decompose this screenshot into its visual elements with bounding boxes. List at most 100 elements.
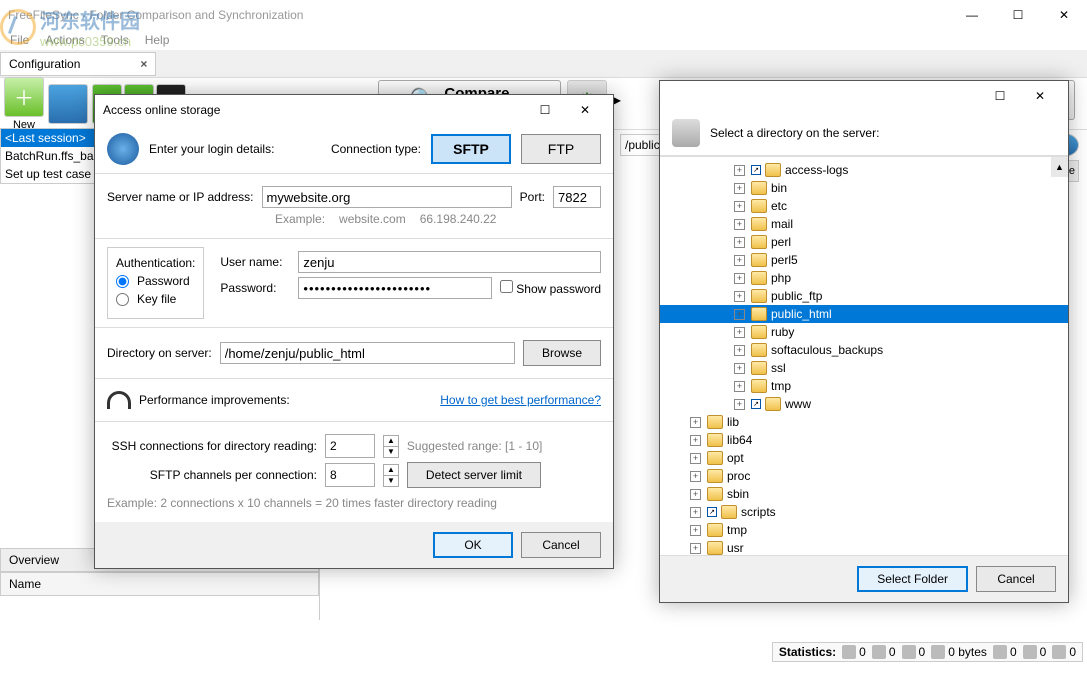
expand-icon[interactable]: + [734, 399, 745, 410]
expand-icon[interactable]: + [690, 543, 701, 554]
menu-file[interactable]: File [4, 31, 35, 49]
tree-item[interactable]: +sbin [660, 485, 1068, 503]
server-input[interactable] [262, 186, 512, 208]
expand-icon[interactable]: + [734, 165, 745, 176]
tree-item[interactable]: +↗www [660, 395, 1068, 413]
tree-item[interactable]: +usr [660, 539, 1068, 556]
tree-item[interactable]: +mail [660, 215, 1068, 233]
new-button[interactable]: ＋ [4, 77, 44, 117]
expand-icon[interactable]: + [734, 381, 745, 392]
speedometer-icon [107, 391, 131, 409]
tree-item[interactable]: +↗scripts [660, 503, 1068, 521]
ok-button[interactable]: OK [433, 532, 513, 558]
expand-icon[interactable]: + [734, 201, 745, 212]
username-input[interactable] [298, 251, 601, 273]
tree-item[interactable]: + ssl [660, 359, 1068, 377]
tree-item[interactable]: +tmp [660, 377, 1068, 395]
open-button[interactable] [48, 84, 88, 124]
expand-icon[interactable]: + [690, 489, 701, 500]
spinner-up-icon[interactable]: ▲ [384, 436, 398, 446]
expand-icon[interactable]: + [734, 327, 745, 338]
folder-icon [707, 415, 723, 429]
expand-icon[interactable]: + [690, 525, 701, 536]
close-button[interactable]: ✕ [1041, 0, 1087, 30]
spinner-down-icon[interactable]: ▼ [384, 446, 398, 457]
cancel-button[interactable]: Cancel [976, 566, 1056, 592]
menu-actions[interactable]: Actions [39, 31, 90, 49]
expand-icon[interactable]: + [690, 435, 701, 446]
ftp-button[interactable]: FTP [521, 134, 601, 164]
tree-item[interactable]: +perl5 [660, 251, 1068, 269]
folder-icon [751, 379, 767, 393]
maximize-button[interactable]: ☐ [995, 0, 1041, 30]
tree-item[interactable]: + tmp [660, 521, 1068, 539]
tree-item[interactable]: +lib [660, 413, 1068, 431]
tree-item[interactable]: +perl [660, 233, 1068, 251]
show-password-checkbox[interactable]: Show password [500, 280, 601, 296]
ssh-connections-input[interactable] [325, 434, 375, 458]
tree-item[interactable]: +public_ftp [660, 287, 1068, 305]
tree-item-label: lib64 [727, 433, 752, 447]
expand-icon[interactable]: + [690, 507, 701, 518]
sftp-channels-input[interactable] [325, 463, 375, 487]
tree-item[interactable]: +opt [660, 449, 1068, 467]
sftp-button[interactable]: SFTP [431, 134, 511, 164]
tree-item[interactable]: +public_html [660, 305, 1068, 323]
spinner-up-icon[interactable]: ▲ [384, 465, 398, 475]
performance-label: Performance improvements: [139, 393, 290, 407]
expand-icon[interactable]: + [734, 219, 745, 230]
folder-icon [751, 217, 767, 231]
server-icon [672, 119, 700, 147]
menu-help[interactable]: Help [139, 31, 176, 49]
expand-icon[interactable]: + [734, 291, 745, 302]
expand-icon[interactable]: + [690, 417, 701, 428]
dialog-close-button[interactable]: ✕ [565, 96, 605, 124]
tree-item[interactable]: + lib64 [660, 431, 1068, 449]
auth-password-radio[interactable]: Password [116, 274, 195, 288]
password-label: Password: [220, 281, 290, 295]
tree-item-label: tmp [727, 523, 747, 537]
tree-item[interactable]: +php [660, 269, 1068, 287]
select-folder-button[interactable]: Select Folder [857, 566, 968, 592]
dialog-close-button[interactable]: ✕ [1020, 82, 1060, 110]
performance-link[interactable]: How to get best performance? [440, 393, 601, 407]
expand-icon[interactable]: + [734, 273, 745, 284]
directory-tree[interactable]: ▲ +↗access-logs+bin+etc+mail+perl+perl5+… [660, 156, 1068, 556]
config-tab-close-icon[interactable]: × [140, 57, 147, 71]
auth-group: Authentication: Password Key file [107, 247, 204, 319]
spinner-down-icon[interactable]: ▼ [384, 475, 398, 486]
folder-icon [751, 361, 767, 375]
minimize-button[interactable]: — [949, 0, 995, 30]
dropdown-arrow-icon[interactable]: ▸ [613, 90, 625, 110]
dialog-maximize-button[interactable]: ☐ [525, 96, 565, 124]
menu-tools[interactable]: Tools [95, 31, 135, 49]
expand-icon[interactable]: + [734, 255, 745, 266]
expand-icon[interactable]: + [734, 363, 745, 374]
config-tab[interactable]: Configuration × [0, 52, 156, 76]
expand-icon[interactable]: + [734, 183, 745, 194]
port-input[interactable] [553, 186, 601, 208]
tree-item[interactable]: +↗access-logs [660, 161, 1068, 179]
expand-icon[interactable]: + [690, 453, 701, 464]
browse-button[interactable]: Browse [523, 340, 601, 366]
scrollbar-up-icon[interactable]: ▲ [1051, 157, 1068, 177]
folder-icon [765, 163, 781, 177]
expand-icon[interactable]: + [734, 237, 745, 248]
auth-keyfile-radio[interactable]: Key file [116, 292, 195, 306]
tree-item[interactable]: +softaculous_backups [660, 341, 1068, 359]
tree-item[interactable]: +etc [660, 197, 1068, 215]
tree-item[interactable]: +bin [660, 179, 1068, 197]
expand-icon[interactable]: + [734, 345, 745, 356]
tree-item-label: ssl [771, 361, 786, 375]
tree-item[interactable]: +ruby [660, 323, 1068, 341]
expand-icon[interactable]: + [734, 309, 745, 320]
password-input[interactable] [298, 277, 492, 299]
dialog-title: Access online storage [103, 103, 220, 117]
cancel-button[interactable]: Cancel [521, 532, 601, 558]
directory-input[interactable] [220, 342, 515, 364]
expand-icon[interactable]: + [690, 471, 701, 482]
dialog-maximize-button[interactable]: ☐ [980, 82, 1020, 110]
detect-limit-button[interactable]: Detect server limit [407, 462, 541, 488]
tree-item[interactable]: +proc [660, 467, 1068, 485]
name-column-header[interactable]: Name [0, 572, 319, 596]
